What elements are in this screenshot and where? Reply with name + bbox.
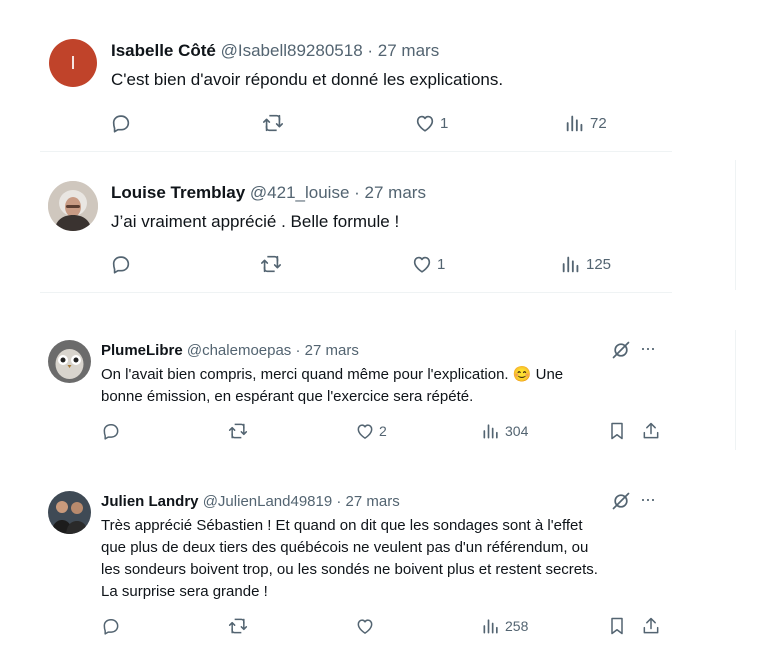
repost-icon	[261, 255, 281, 273]
tweet-text-line: que plus de deux tiers des québécois ne …	[101, 539, 589, 556]
avatar[interactable]	[48, 181, 98, 231]
separator: ·	[354, 183, 360, 202]
divider-1	[40, 151, 672, 152]
reply-button[interactable]	[110, 112, 132, 134]
tweet-text-line: Une	[535, 366, 564, 383]
bookmark-icon	[611, 422, 623, 440]
bookmark-button[interactable]	[607, 421, 627, 441]
smile-emoji: 😊	[512, 366, 532, 383]
like-button[interactable]: 1	[411, 253, 445, 275]
tweet-header: Julien Landry @JulienLand49819 · 27 mars	[101, 493, 400, 510]
views-icon	[566, 115, 583, 132]
tweet-text: On l'avait bien compris, merci quand mêm…	[101, 364, 661, 408]
reply-icon	[103, 424, 119, 440]
author-handle[interactable]: @Isabell89280518	[221, 41, 363, 60]
reply-button[interactable]	[110, 253, 132, 275]
views-button[interactable]: 72	[564, 112, 607, 134]
avatar[interactable]: I	[49, 39, 97, 87]
tweet-date[interactable]: 27 mars	[346, 493, 400, 510]
author-name[interactable]: Isabelle Côté	[111, 41, 216, 60]
repost-button[interactable]	[228, 616, 248, 636]
author-name[interactable]: Louise Tremblay	[111, 183, 245, 202]
separator: ·	[336, 493, 342, 510]
grok-icon	[612, 492, 630, 510]
view-count: 72	[590, 114, 607, 132]
right-border	[735, 160, 736, 290]
views-icon	[483, 619, 498, 634]
heart-icon	[357, 619, 373, 634]
heart-icon	[416, 115, 434, 132]
tweet-text-line: La surprise sera grande !	[101, 583, 268, 600]
separator: ·	[367, 41, 374, 60]
reply-button[interactable]	[101, 616, 121, 636]
tweet-text: J’ai vraiment apprécié . Belle formule !	[111, 212, 400, 231]
author-name[interactable]: Julien Landry	[101, 493, 199, 510]
author-name[interactable]: PlumeLibre	[101, 342, 183, 359]
reply-icon	[112, 256, 130, 274]
tweet-header: Isabelle Côté @Isabell89280518 · 27 mars	[111, 41, 439, 61]
avatar[interactable]	[48, 340, 91, 383]
avatar-photo	[48, 181, 98, 231]
like-button[interactable]: 2	[355, 421, 387, 441]
tweet-text-line: les sondeurs boivent trop, ou les sondés…	[101, 561, 598, 578]
like-count: 2	[379, 423, 387, 439]
author-handle[interactable]: @421_louise	[250, 183, 350, 202]
tweet-date[interactable]: 27 mars	[378, 41, 439, 60]
heart-icon	[357, 424, 373, 439]
repost-button[interactable]	[228, 421, 248, 441]
views-button[interactable]: 258	[481, 616, 528, 636]
repost-button[interactable]	[260, 253, 282, 275]
bookmark-button[interactable]	[607, 616, 627, 636]
tweet-header: PlumeLibre @chalemoepas · 27 mars	[101, 342, 359, 359]
reply-icon	[112, 115, 130, 133]
repost-button[interactable]	[262, 112, 284, 134]
repost-icon	[228, 423, 248, 439]
share-icon	[643, 422, 659, 439]
grok-button[interactable]	[611, 340, 631, 365]
tweet-date[interactable]: 27 mars	[305, 342, 359, 359]
repost-icon	[228, 618, 248, 634]
right-border-lower	[735, 330, 736, 450]
tweet-header: Louise Tremblay @421_louise · 27 mars	[111, 183, 426, 203]
divider-2	[40, 292, 672, 293]
views-button[interactable]: 304	[481, 421, 528, 441]
share-icon	[643, 617, 659, 634]
avatar-photo	[48, 340, 91, 383]
separator: ·	[295, 342, 301, 359]
share-button[interactable]	[641, 616, 661, 636]
author-handle[interactable]: @JulienLand49819	[203, 493, 333, 510]
author-handle[interactable]: @chalemoepas	[187, 342, 291, 359]
like-count: 1	[440, 114, 449, 132]
share-button[interactable]	[641, 421, 661, 441]
views-icon	[483, 424, 498, 439]
grok-button[interactable]	[611, 491, 631, 516]
tweet-text: C'est bien d'avoir répondu et donné les …	[111, 70, 504, 89]
reply-button[interactable]	[101, 421, 121, 441]
repost-icon	[263, 114, 283, 132]
avatar-photo	[48, 491, 91, 534]
grok-icon	[612, 341, 630, 359]
like-button[interactable]: 1	[414, 112, 448, 134]
views-icon	[562, 256, 579, 273]
like-count: 1	[437, 255, 446, 273]
tweet-text-line: Très apprécié Sébastien ! Et quand on di…	[101, 517, 583, 534]
avatar[interactable]	[48, 491, 91, 534]
view-count: 258	[505, 618, 529, 634]
more-button[interactable]: ···	[640, 338, 656, 359]
like-button[interactable]	[355, 616, 379, 636]
tweet-text-line: On l'avait bien compris, merci quand mêm…	[101, 366, 509, 383]
views-button[interactable]: 125	[560, 253, 611, 275]
bookmark-icon	[611, 617, 623, 635]
tweet-text-line: bonne émission, en espérant que l'exerci…	[101, 388, 474, 405]
reply-icon	[103, 619, 119, 635]
avatar-letter: I	[70, 52, 76, 73]
view-count: 125	[586, 255, 612, 273]
view-count: 304	[505, 423, 529, 439]
more-button[interactable]: ···	[640, 489, 656, 510]
heart-icon	[413, 256, 431, 273]
tweet-text: Très apprécié Sébastien ! Et quand on di…	[101, 515, 681, 603]
tweet-date[interactable]: 27 mars	[365, 183, 426, 202]
